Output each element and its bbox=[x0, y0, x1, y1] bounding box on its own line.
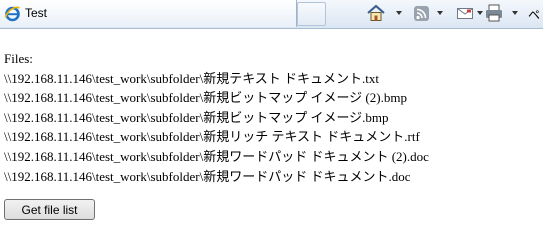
page-content: Files: \\192.168.11.146\test_work\subfol… bbox=[4, 49, 429, 186]
file-path-line: \\192.168.11.146\test_work\subfolder\新規リ… bbox=[4, 129, 420, 145]
rss-feed-icon[interactable] bbox=[413, 3, 431, 23]
files-label: Files: bbox=[4, 51, 33, 66]
internet-explorer-icon bbox=[4, 6, 20, 22]
file-path-line: \\192.168.11.146\test_work\subfolder\新規ビ… bbox=[4, 109, 389, 125]
print-icon[interactable] bbox=[484, 3, 504, 23]
file-path-line: \\192.168.11.146\test_work\subfolder\新規ワ… bbox=[4, 168, 411, 184]
mail-dropdown-chevron-icon[interactable] bbox=[477, 11, 483, 15]
browser-tab[interactable]: Test bbox=[0, 0, 297, 27]
home-icon[interactable] bbox=[366, 3, 386, 23]
home-dropdown-chevron-icon[interactable] bbox=[396, 11, 402, 15]
page-menu-label[interactable]: ペ bbox=[528, 6, 540, 23]
file-path-line: \\192.168.11.146\test_work\subfolder\新規テ… bbox=[4, 70, 380, 86]
tab-title: Test bbox=[25, 6, 48, 20]
browser-command-bar: Test ペ bbox=[0, 0, 543, 29]
print-dropdown-chevron-icon[interactable] bbox=[512, 11, 518, 15]
get-file-list-button[interactable]: Get file list bbox=[4, 199, 95, 220]
mail-icon[interactable] bbox=[456, 3, 474, 23]
feed-dropdown-chevron-icon[interactable] bbox=[437, 11, 443, 15]
file-path-line: \\192.168.11.146\test_work\subfolder\新規ビ… bbox=[4, 90, 407, 106]
file-path-line: \\192.168.11.146\test_work\subfolder\新規ワ… bbox=[4, 148, 429, 164]
new-tab-button[interactable] bbox=[297, 2, 326, 26]
